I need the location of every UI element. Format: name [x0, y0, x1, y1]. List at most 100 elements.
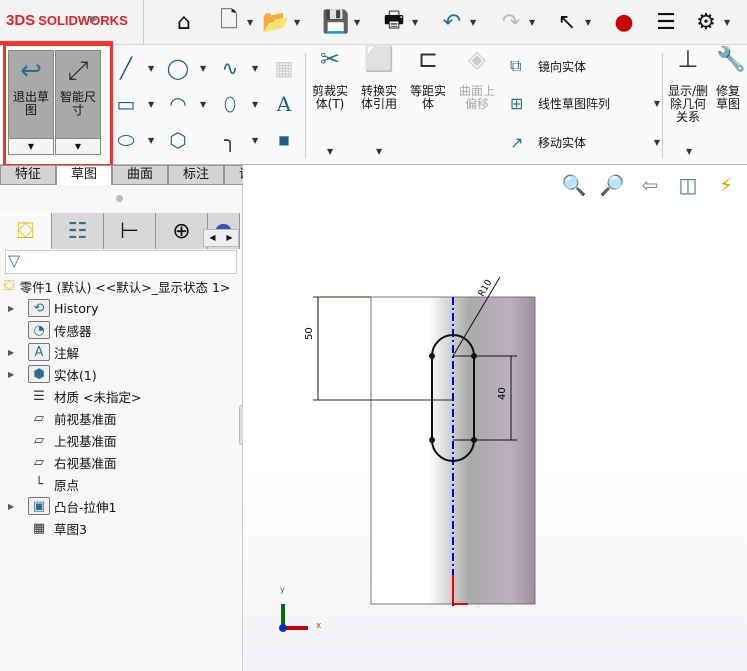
- feature-manager-panel: ⛋ ☷ ⊢ ⊕ ● ◀▶ ▽ ⛋ 零件1 (默认) <<默认>_显示状态 1> …: [0, 185, 245, 671]
- chevron-down-icon[interactable]: ▼: [470, 18, 476, 27]
- convert-label: 转换实体引用: [360, 84, 397, 111]
- tab-0[interactable]: 特征: [0, 165, 56, 185]
- relations-eye-icon: ⊥: [677, 45, 699, 73]
- tab-3[interactable]: 标注: [168, 165, 224, 185]
- linear-pattern-icon: ⊞: [510, 93, 524, 113]
- tree-item-label: 草图3: [54, 521, 87, 537]
- dimension-50[interactable]: 50: [304, 327, 315, 340]
- dimension-40[interactable]: 40: [497, 387, 508, 400]
- tree-item[interactable]: ▶ ▣ 凸台-拉伸1: [0, 495, 116, 517]
- file-properties-icon[interactable]: ☰: [652, 8, 680, 36]
- scroll-left-icon[interactable]: ◀: [204, 230, 221, 246]
- slot-tool-icon[interactable]: ⬭: [112, 126, 140, 154]
- tree-root[interactable]: ⛋ 零件1 (默认) <<默认>_显示状态 1>: [0, 275, 230, 297]
- tree-item[interactable]: ▦ 草图3: [0, 517, 87, 539]
- chevron-down-icon[interactable]: ▼: [247, 18, 253, 27]
- tab-2[interactable]: 曲面: [112, 165, 168, 185]
- chevron-down-icon[interactable]: ▼: [686, 147, 692, 156]
- solidworks-logo: 3DS SOLIDWORKS: [6, 12, 128, 29]
- circle-tool-icon[interactable]: ◯: [164, 54, 192, 82]
- save-icon[interactable]: 💾: [322, 8, 350, 36]
- chevron-down-icon[interactable]: ▼: [376, 147, 382, 156]
- tree-item-label: 前视基准面: [54, 411, 117, 427]
- expand-arrow-icon[interactable]: ▶: [8, 304, 18, 313]
- mirror-entities-button[interactable]: ⧉ 镜向实体: [510, 55, 586, 77]
- plane-icon: ▱: [34, 454, 44, 470]
- chevron-down-icon[interactable]: ▼: [585, 18, 591, 27]
- move-label: 移动实体: [538, 135, 587, 150]
- redo-icon[interactable]: ↷: [497, 8, 525, 36]
- plane-tool-icon: ▦: [274, 56, 294, 80]
- solid-bodies-folder-icon: ⬢: [28, 365, 50, 383]
- chevron-down-icon[interactable]: ▼: [327, 147, 333, 156]
- chevron-down-icon[interactable]: ▼: [529, 18, 535, 27]
- tree-filter[interactable]: ▽: [5, 250, 237, 274]
- tree-item[interactable]: ☰ 材质 <未指定>: [0, 385, 141, 407]
- polygon-tool-icon[interactable]: ⬡: [164, 126, 192, 154]
- new-document-icon[interactable]: 🗋: [215, 8, 243, 36]
- sensor-folder-icon: ◔: [28, 321, 50, 339]
- chevron-down-icon[interactable]: ▼: [354, 18, 360, 27]
- extrude-icon: ▣: [28, 497, 50, 515]
- offset-on-surface-button: ◈ 曲面上偏移: [455, 45, 499, 111]
- fillet-tool-icon[interactable]: ╮: [216, 126, 244, 154]
- convert-entities-button[interactable]: ⬜ 转换实体引用: [357, 47, 401, 111]
- expand-arrow-icon[interactable]: ▶: [8, 370, 18, 379]
- point-tool-icon[interactable]: ■: [270, 126, 298, 154]
- tab-1[interactable]: 草图: [56, 165, 112, 185]
- configuration-manager-tab[interactable]: ⊢: [104, 213, 156, 249]
- tree-item[interactable]: ▶ ⟲ History: [0, 297, 98, 319]
- graphics-viewport[interactable]: 🔍 🔎 ⇦ ◫ ⚡ 50 40 R10 y x: [243, 165, 747, 671]
- move-entities-button[interactable]: ↗ 移动实体 ▼: [510, 131, 660, 153]
- tree-item[interactable]: ▶ A 注解: [0, 341, 79, 363]
- scroll-right-icon[interactable]: ▶: [221, 230, 238, 246]
- undo-icon[interactable]: ↶: [438, 8, 466, 36]
- chevron-down-icon[interactable]: ▼: [724, 18, 730, 27]
- trim-entities-button[interactable]: ✂ 剪裁实体(T): [308, 47, 352, 111]
- display-delete-relations-button[interactable]: ⊥ 显示/删除几何关系: [666, 45, 710, 124]
- select-pointer-icon[interactable]: ↖: [553, 8, 581, 36]
- offset-entities-button[interactable]: ⊏ 等距实体: [406, 47, 450, 111]
- text-tool-icon[interactable]: A: [270, 90, 298, 118]
- chevron-down-icon[interactable]: ▼: [294, 18, 300, 27]
- dimension-r10[interactable]: R10: [477, 278, 495, 299]
- expand-menu-arrow-icon[interactable]: ▶: [90, 14, 98, 25]
- tree-item-label: 原点: [54, 477, 80, 493]
- tree-item-label: 实体(1): [54, 367, 97, 383]
- svg-text:y: y: [280, 585, 285, 594]
- linear-pattern-button[interactable]: ⊞ 线性草图阵列 ▼: [510, 92, 660, 114]
- mirror-icon: ⧉: [510, 56, 522, 75]
- spline-tool-icon[interactable]: ∿: [216, 54, 244, 82]
- ellipse-tool-icon[interactable]: ⬯: [216, 90, 244, 118]
- tree-item[interactable]: ◔ 传感器: [0, 319, 92, 341]
- triad-axes: y x: [279, 585, 322, 632]
- tree-item-label: 凸台-拉伸1: [54, 499, 117, 515]
- tree-item[interactable]: ▶ ⬢ 实体(1): [0, 363, 97, 385]
- home-icon[interactable]: ⌂: [170, 8, 198, 36]
- expand-arrow-icon[interactable]: ▶: [8, 348, 18, 357]
- panel-grip[interactable]: [116, 195, 123, 202]
- tree-item-label: History: [54, 300, 99, 316]
- chevron-down-icon[interactable]: ▼: [412, 18, 418, 27]
- tree-item[interactable]: ▱ 上视基准面: [0, 429, 117, 451]
- tree-item[interactable]: ▱ 前视基准面: [0, 407, 117, 429]
- options-gear-icon[interactable]: ⚙: [692, 8, 720, 36]
- feature-manager-tab[interactable]: ⛋: [0, 213, 52, 249]
- surface-offset-icon: ◈: [467, 45, 487, 73]
- dimxpert-manager-tab[interactable]: ⊕: [156, 213, 208, 249]
- repair-sketch-button[interactable]: 🔧 修复草图: [716, 47, 747, 111]
- open-folder-icon[interactable]: 📂: [262, 8, 290, 36]
- tree-item[interactable]: ▱ 右视基准面: [0, 451, 117, 473]
- rebuild-traffic-light-icon[interactable]: ●: [610, 8, 638, 36]
- line-tool-icon[interactable]: ╱: [112, 54, 140, 82]
- expand-arrow-icon[interactable]: ▶: [8, 502, 18, 511]
- repair-label: 修复草图: [716, 84, 741, 111]
- rectangle-tool-icon[interactable]: ▭: [112, 90, 140, 118]
- print-icon[interactable]: 🖶: [380, 8, 408, 36]
- origin-icon: └: [35, 476, 43, 492]
- property-manager-tab[interactable]: ☷: [52, 213, 104, 249]
- sketch-canvas[interactable]: 50 40 R10 y x: [243, 165, 747, 671]
- relations-label: 显示/删除几何关系: [667, 84, 709, 124]
- arc-tool-icon[interactable]: ◠: [164, 90, 192, 118]
- tree-item[interactable]: └ 原点: [0, 473, 79, 495]
